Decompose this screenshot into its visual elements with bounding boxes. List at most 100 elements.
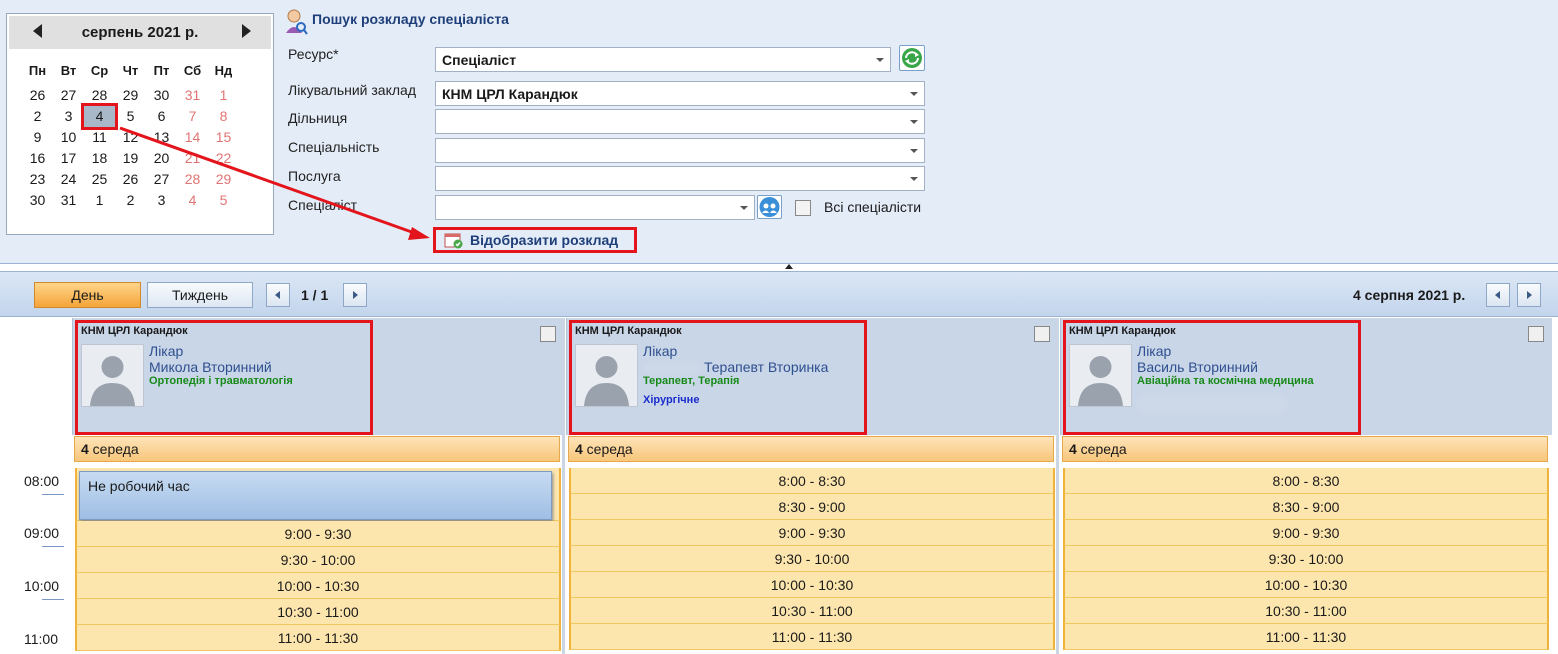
calendar-day[interactable]: 7	[177, 106, 208, 127]
time-divider	[42, 494, 64, 495]
time-slot[interactable]: 11:00 - 11:30	[1063, 624, 1549, 650]
calendar-day[interactable]: 8	[208, 106, 239, 127]
time-slot[interactable]: 9:00 - 9:30	[75, 521, 561, 547]
time-slot[interactable]: 8:00 - 8:30	[569, 468, 1055, 494]
calendar-day[interactable]: 21	[177, 148, 208, 169]
specialist-column: КНМ ЦРЛ Карандюк Лікар Микола Вторинний Орт…	[72, 318, 564, 654]
time-slot[interactable]: 10:30 - 11:00	[1063, 598, 1549, 624]
day-view-button[interactable]: День	[34, 282, 141, 308]
calendar-day[interactable]: 29	[208, 169, 239, 190]
calendar-day[interactable]: 22	[208, 148, 239, 169]
calendar-day[interactable]: 12	[115, 127, 146, 148]
calendar-day[interactable]: 23	[22, 169, 53, 190]
time-slot[interactable]: 10:30 - 11:00	[75, 599, 561, 625]
calendar-day[interactable]: 25	[84, 169, 115, 190]
week-view-button[interactable]: Тиждень	[147, 282, 253, 308]
resource-combo[interactable]: Спеціаліст	[435, 47, 891, 72]
time-slot[interactable]: 11:00 - 11:30	[75, 625, 561, 651]
calendar-day[interactable]: 1	[208, 85, 239, 106]
calendar-day[interactable]: 26	[115, 169, 146, 190]
calendar-day[interactable]: 28	[84, 85, 115, 106]
time-slot[interactable]: 9:00 - 9:30	[569, 520, 1055, 546]
calendar-day[interactable]: 14	[177, 127, 208, 148]
calendar-day[interactable]: 17	[53, 148, 84, 169]
time-slot[interactable]: 9:30 - 10:00	[1063, 546, 1549, 572]
service-label: Послуга	[288, 168, 341, 184]
calendar-day[interactable]: 2	[115, 190, 146, 211]
page-prev-button[interactable]	[266, 283, 290, 307]
calendar-day[interactable]: 4	[81, 103, 118, 130]
nonwork-block[interactable]: Не робочий час	[79, 471, 552, 520]
calendar-day[interactable]: 4	[177, 190, 208, 211]
day-header: 4 середа	[74, 436, 560, 462]
specialty-combo[interactable]	[435, 138, 925, 163]
weekday-header: Чт	[122, 63, 139, 78]
calendar-day[interactable]: 1	[84, 190, 115, 211]
schedule-toolbar: День Тиждень 1 / 1 4 серпня 2021 р.	[0, 271, 1558, 317]
collapse-panel-icon[interactable]	[785, 264, 793, 269]
date-next-button[interactable]	[1517, 283, 1541, 307]
calendar-day[interactable]: 24	[53, 169, 84, 190]
time-slot[interactable]: 10:00 - 10:30	[1063, 572, 1549, 598]
specialist-combo[interactable]	[435, 195, 755, 220]
time-slot[interactable]: 10:30 - 11:00	[569, 598, 1055, 624]
page-next-button[interactable]	[343, 283, 367, 307]
highlight-frame	[75, 320, 373, 435]
time-slot[interactable]: 8:30 - 9:00	[569, 494, 1055, 520]
calendar-day[interactable]: 16	[22, 148, 53, 169]
calendar-day[interactable]: 6	[146, 106, 177, 127]
column-select-checkbox[interactable]	[1528, 326, 1544, 342]
facility-combo[interactable]: КНМ ЦРЛ Карандюк	[435, 81, 925, 106]
calendar-day[interactable]: 27	[146, 169, 177, 190]
calendar-day[interactable]: 31	[53, 190, 84, 211]
time-slot[interactable]: 11:00 - 11:30	[569, 624, 1055, 650]
calendar-day[interactable]: 10	[53, 127, 84, 148]
calendar-day[interactable]: 20	[146, 148, 177, 169]
calendar-day[interactable]: 2	[22, 106, 53, 127]
column-select-checkbox[interactable]	[1034, 326, 1050, 342]
calendar-header: серпень 2021 р.	[9, 16, 271, 49]
prev-month-icon[interactable]	[33, 24, 42, 38]
arrow-left-icon	[1495, 291, 1500, 299]
calendar-day[interactable]: 15	[208, 127, 239, 148]
time-slot[interactable]: 8:30 - 9:00	[1063, 494, 1549, 520]
calendar-day[interactable]: 19	[115, 148, 146, 169]
time-slot[interactable]: 9:30 - 10:00	[75, 547, 561, 573]
time-divider	[42, 546, 64, 547]
time-slot[interactable]: 9:00 - 9:30	[1063, 520, 1549, 546]
column-select-checkbox[interactable]	[540, 326, 556, 342]
calendar-day[interactable]: 9	[22, 127, 53, 148]
date-prev-button[interactable]	[1486, 283, 1510, 307]
day-header: 4 середа	[1062, 436, 1548, 462]
calendar-day[interactable]: 31	[177, 85, 208, 106]
calendar-day[interactable]: 27	[53, 85, 84, 106]
search-panel: серпень 2021 р. Пн Вт Ср Чт Пт Сб Нд 26 27 28 29 30…	[0, 0, 1558, 264]
district-combo[interactable]	[435, 109, 925, 134]
calendar-day[interactable]: 13	[146, 127, 177, 148]
time-slot[interactable]: 10:00 - 10:30	[569, 572, 1055, 598]
calendar-day[interactable]: 30	[22, 190, 53, 211]
calendar-day[interactable]: 18	[84, 148, 115, 169]
calendar-day[interactable]: 26	[22, 85, 53, 106]
all-specialists-checkbox[interactable]	[795, 200, 811, 216]
calendar-day[interactable]: 5	[208, 190, 239, 211]
calendar-day[interactable]: 11	[84, 127, 115, 148]
calendar-day[interactable]: 5	[115, 106, 146, 127]
specialist-column: КНМ ЦРЛ Карандюк Лікар Терапевт Вторинка Те…	[566, 318, 1058, 654]
service-combo[interactable]	[435, 166, 925, 191]
time-slot[interactable]: 10:00 - 10:30	[75, 573, 561, 599]
calendar-day[interactable]: 3	[146, 190, 177, 211]
time-slot[interactable]: 9:30 - 10:00	[569, 546, 1055, 572]
time-ruler: 08:00 09:00 10:00 11:00	[0, 318, 72, 654]
show-schedule-button[interactable]: Відобразити розклад	[433, 227, 637, 253]
time-slot[interactable]: 8:00 - 8:30	[1063, 468, 1549, 494]
next-month-icon[interactable]	[242, 24, 251, 38]
weekday-header: Ср	[90, 63, 109, 78]
calendar-day[interactable]: 29	[115, 85, 146, 106]
select-specialist-button[interactable]	[757, 195, 782, 219]
calendar-day[interactable]: 3	[53, 106, 84, 127]
calendar-day[interactable]: 28	[177, 169, 208, 190]
highlight-frame	[569, 320, 867, 435]
calendar-day[interactable]: 30	[146, 85, 177, 106]
refresh-button[interactable]	[899, 45, 925, 71]
